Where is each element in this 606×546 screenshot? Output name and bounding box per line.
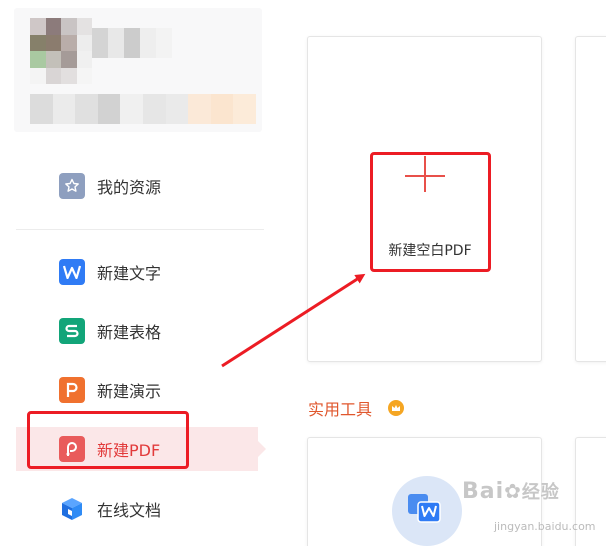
sidebar-item-new-slides[interactable]: 新建演示 bbox=[16, 368, 258, 412]
w-doc-icon bbox=[59, 259, 85, 285]
s-sheet-icon bbox=[59, 318, 85, 344]
highlight-box-blank-pdf bbox=[370, 152, 491, 272]
sidebar-item-label: 新建演示 bbox=[97, 382, 162, 401]
template-card-partial[interactable] bbox=[575, 36, 606, 362]
watermark-brand: Bai✿经验 bbox=[462, 479, 560, 504]
sidebar-item-new-doc[interactable]: 新建文字 bbox=[16, 250, 258, 294]
star-icon bbox=[59, 173, 85, 199]
avatar[interactable] bbox=[30, 18, 92, 84]
sidebar-item-label: 我的资源 bbox=[97, 178, 162, 197]
sidebar-item-online-docs[interactable]: 在线文档 bbox=[16, 487, 258, 531]
w-doc-icon bbox=[408, 494, 442, 524]
user-profile-card[interactable] bbox=[14, 8, 262, 132]
utility-tools-heading: 实用工具 bbox=[308, 400, 373, 419]
sidebar-item-label: 新建表格 bbox=[97, 323, 162, 342]
sidebar-item-label: 新建文字 bbox=[97, 264, 162, 283]
account-info-blurred bbox=[30, 94, 256, 124]
sidebar-item-my-resources[interactable]: 我的资源 bbox=[16, 164, 258, 208]
p-slides-icon bbox=[59, 377, 85, 403]
sidebar-item-new-sheet[interactable]: 新建表格 bbox=[16, 309, 258, 353]
sidebar-item-label: 在线文档 bbox=[97, 501, 162, 520]
highlight-box-new-pdf bbox=[27, 411, 189, 469]
username-blurred bbox=[92, 28, 172, 58]
online-doc-icon bbox=[59, 496, 85, 522]
sidebar-divider bbox=[16, 229, 264, 230]
crown-icon bbox=[388, 400, 404, 416]
watermark-url: jingyan.baidu.com bbox=[494, 520, 596, 533]
